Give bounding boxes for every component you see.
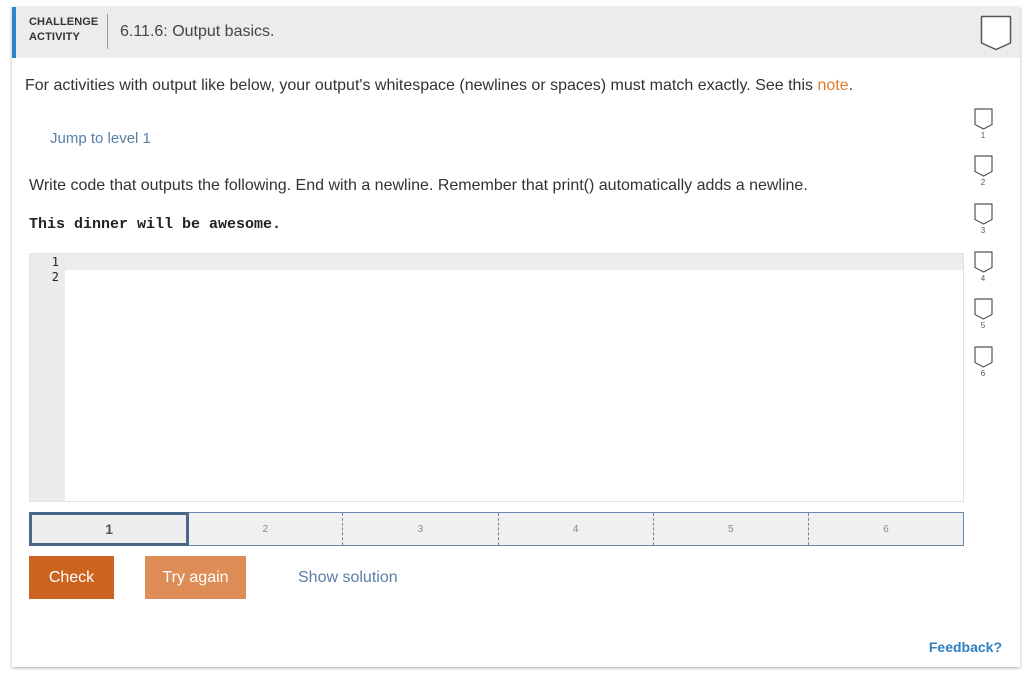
challenge-activity-card: CHALLENGE ACTIVITY 6.11.6: Output basics…	[12, 7, 1020, 667]
level-badge-6[interactable]: 6	[972, 346, 994, 378]
feedback-link[interactable]: Feedback?	[929, 639, 1002, 655]
level-tab-4[interactable]: 4	[499, 513, 654, 545]
line-number: 1	[51, 255, 59, 269]
instructions-trailing: .	[848, 77, 854, 94]
badge-number: 3	[980, 226, 986, 235]
completion-shield-icon	[980, 15, 1012, 51]
activity-title: 6.11.6: Output basics.	[120, 23, 275, 40]
activity-type-line2: ACTIVITY	[29, 31, 80, 43]
level-tab-5[interactable]: 5	[654, 513, 809, 545]
level-tab-6[interactable]: 6	[809, 513, 963, 545]
badge-number: 1	[980, 131, 986, 140]
level-badge-1[interactable]: 1	[972, 108, 994, 140]
shield-outline-icon	[973, 251, 993, 273]
level-selector: 1 2 3 4 5 6	[29, 512, 964, 546]
code-editor[interactable]: 1 2	[29, 253, 964, 502]
shield-outline-icon	[973, 155, 993, 177]
code-input[interactable]	[65, 254, 963, 501]
level-badge-5[interactable]: 5	[972, 298, 994, 330]
expected-output: This dinner will be awesome.	[29, 216, 282, 233]
line-number-gutter: 1 2	[30, 254, 65, 501]
badge-number: 2	[980, 178, 986, 187]
whitespace-instructions: For activities with output like below, y…	[25, 77, 853, 95]
line-number: 2	[51, 270, 59, 284]
badge-number: 6	[980, 369, 986, 378]
shield-outline-icon	[973, 203, 993, 225]
level-tab-2[interactable]: 2	[188, 513, 344, 545]
note-link[interactable]: note	[817, 77, 848, 94]
activity-type-line1: CHALLENGE	[29, 16, 99, 28]
badge-number: 4	[980, 274, 986, 283]
level-tab-1[interactable]: 1	[29, 512, 190, 546]
level-badge-2[interactable]: 2	[972, 155, 994, 187]
level-badge-3[interactable]: 3	[972, 203, 994, 235]
shield-outline-icon	[973, 108, 993, 130]
instructions-text: For activities with output like below, y…	[25, 77, 818, 94]
shield-outline-icon	[973, 346, 993, 368]
check-button[interactable]: Check	[29, 556, 114, 599]
try-again-button[interactable]: Try again	[145, 556, 246, 599]
activity-type-label: CHALLENGE ACTIVITY	[29, 15, 104, 45]
badge-number: 5	[980, 321, 986, 330]
task-prompt: Write code that outputs the following. E…	[29, 177, 808, 194]
level-tab-3[interactable]: 3	[343, 513, 499, 545]
show-solution-link[interactable]: Show solution	[298, 569, 398, 587]
header-divider	[107, 14, 108, 49]
jump-to-level-link[interactable]: Jump to level 1	[50, 130, 151, 147]
activity-header: CHALLENGE ACTIVITY 6.11.6: Output basics…	[12, 7, 1020, 58]
shield-outline-icon	[973, 298, 993, 320]
level-badge-4[interactable]: 4	[972, 251, 994, 283]
